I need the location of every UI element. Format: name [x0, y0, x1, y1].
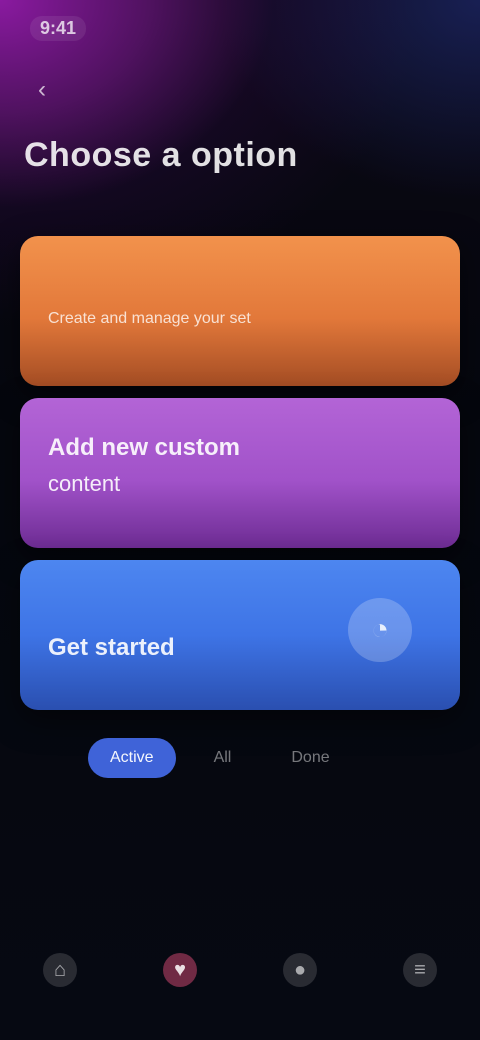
chat-icon: ◔	[348, 598, 412, 662]
tab-done[interactable]: Done	[269, 738, 351, 778]
status-time: 9:41	[30, 15, 87, 41]
page-title: Choose a option	[24, 136, 298, 174]
option-card-get-started[interactable]: Get started ◔	[20, 560, 460, 710]
option-card-add[interactable]: Add new custom content	[20, 398, 460, 548]
filter-tabs: Active All Done	[40, 736, 440, 780]
heart-icon: ♥	[163, 953, 197, 987]
chevron-left-icon: ‹	[38, 76, 46, 103]
nav-menu[interactable]: ≡	[390, 940, 450, 1000]
card-title-line-2: content	[48, 471, 121, 496]
back-button[interactable]: ‹	[24, 72, 60, 108]
status-bar: 9:41	[30, 12, 150, 44]
tab-all[interactable]: All	[192, 738, 254, 778]
menu-icon: ≡	[403, 953, 437, 987]
card-title: Get started	[48, 634, 175, 661]
profile-icon: ●	[283, 953, 317, 987]
nav-profile[interactable]: ●	[270, 940, 330, 1000]
card-title: Add new custom	[48, 434, 241, 461]
card-subtitle: Create and manage your set	[48, 310, 251, 327]
bottom-nav: ⌂ ♥ ● ≡	[0, 920, 480, 1020]
nav-favorites[interactable]: ♥	[150, 940, 210, 1000]
nav-home[interactable]: ⌂	[30, 940, 90, 1000]
home-icon: ⌂	[43, 953, 77, 987]
tab-active[interactable]: Active	[88, 738, 176, 778]
option-card-create[interactable]: Create and manage your set	[20, 236, 460, 386]
